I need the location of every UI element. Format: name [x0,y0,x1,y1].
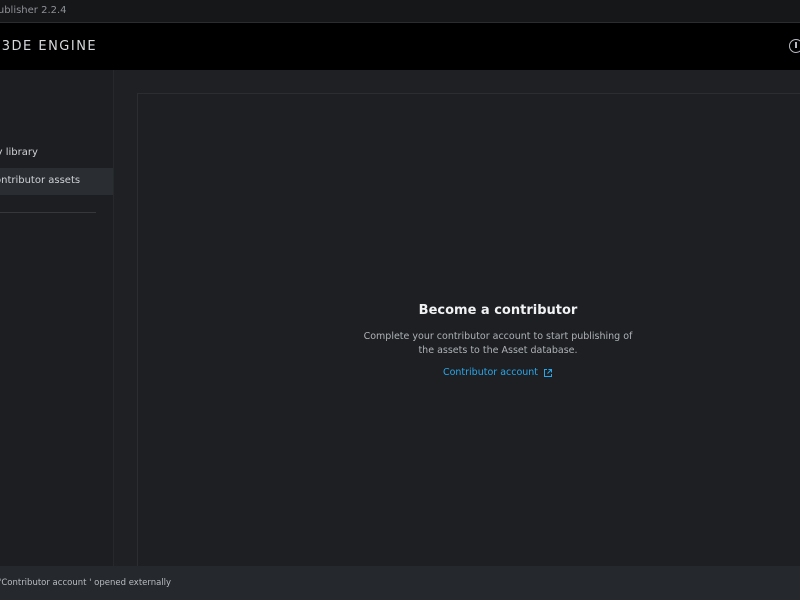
window-title: Publisher 2.2.4 [0,5,67,16]
window-titlebar: Publisher 2.2.4 [0,0,800,23]
empty-state-title: Become a contributor [418,303,578,318]
contributor-account-link[interactable]: Contributor account [443,367,553,378]
sidebar: My library Contributor assets [0,70,114,566]
contributor-account-link-label: Contributor account [442,367,539,378]
sidebar-item-contributor-assets[interactable]: Contributor assets [0,168,113,195]
download-icon[interactable] [789,39,800,53]
sidebar-item-my-library[interactable]: My library [0,140,113,167]
app-header: O3DE ENGINE [0,23,800,70]
empty-state-description: Complete your contributor account to sta… [363,331,633,356]
contributor-panel: Become a contributor Complete your contr… [137,93,800,566]
sidebar-item-label: Contributor assets [0,175,81,186]
content-gutter [114,70,800,94]
sidebar-item-label: My library [0,147,38,158]
external-link-icon [544,368,553,377]
sidebar-divider [0,212,96,213]
empty-state: Become a contributor Complete your contr… [358,302,638,379]
app-window: Publisher 2.2.4 O3DE ENGINE My library C… [0,0,800,600]
status-bar: 'Contributor account ' opened externally [0,566,800,600]
app-logo[interactable]: O3DE ENGINE [0,39,97,54]
status-message: 'Contributor account ' opened externally [0,578,172,588]
logo-text: O3DE ENGINE [0,39,98,54]
